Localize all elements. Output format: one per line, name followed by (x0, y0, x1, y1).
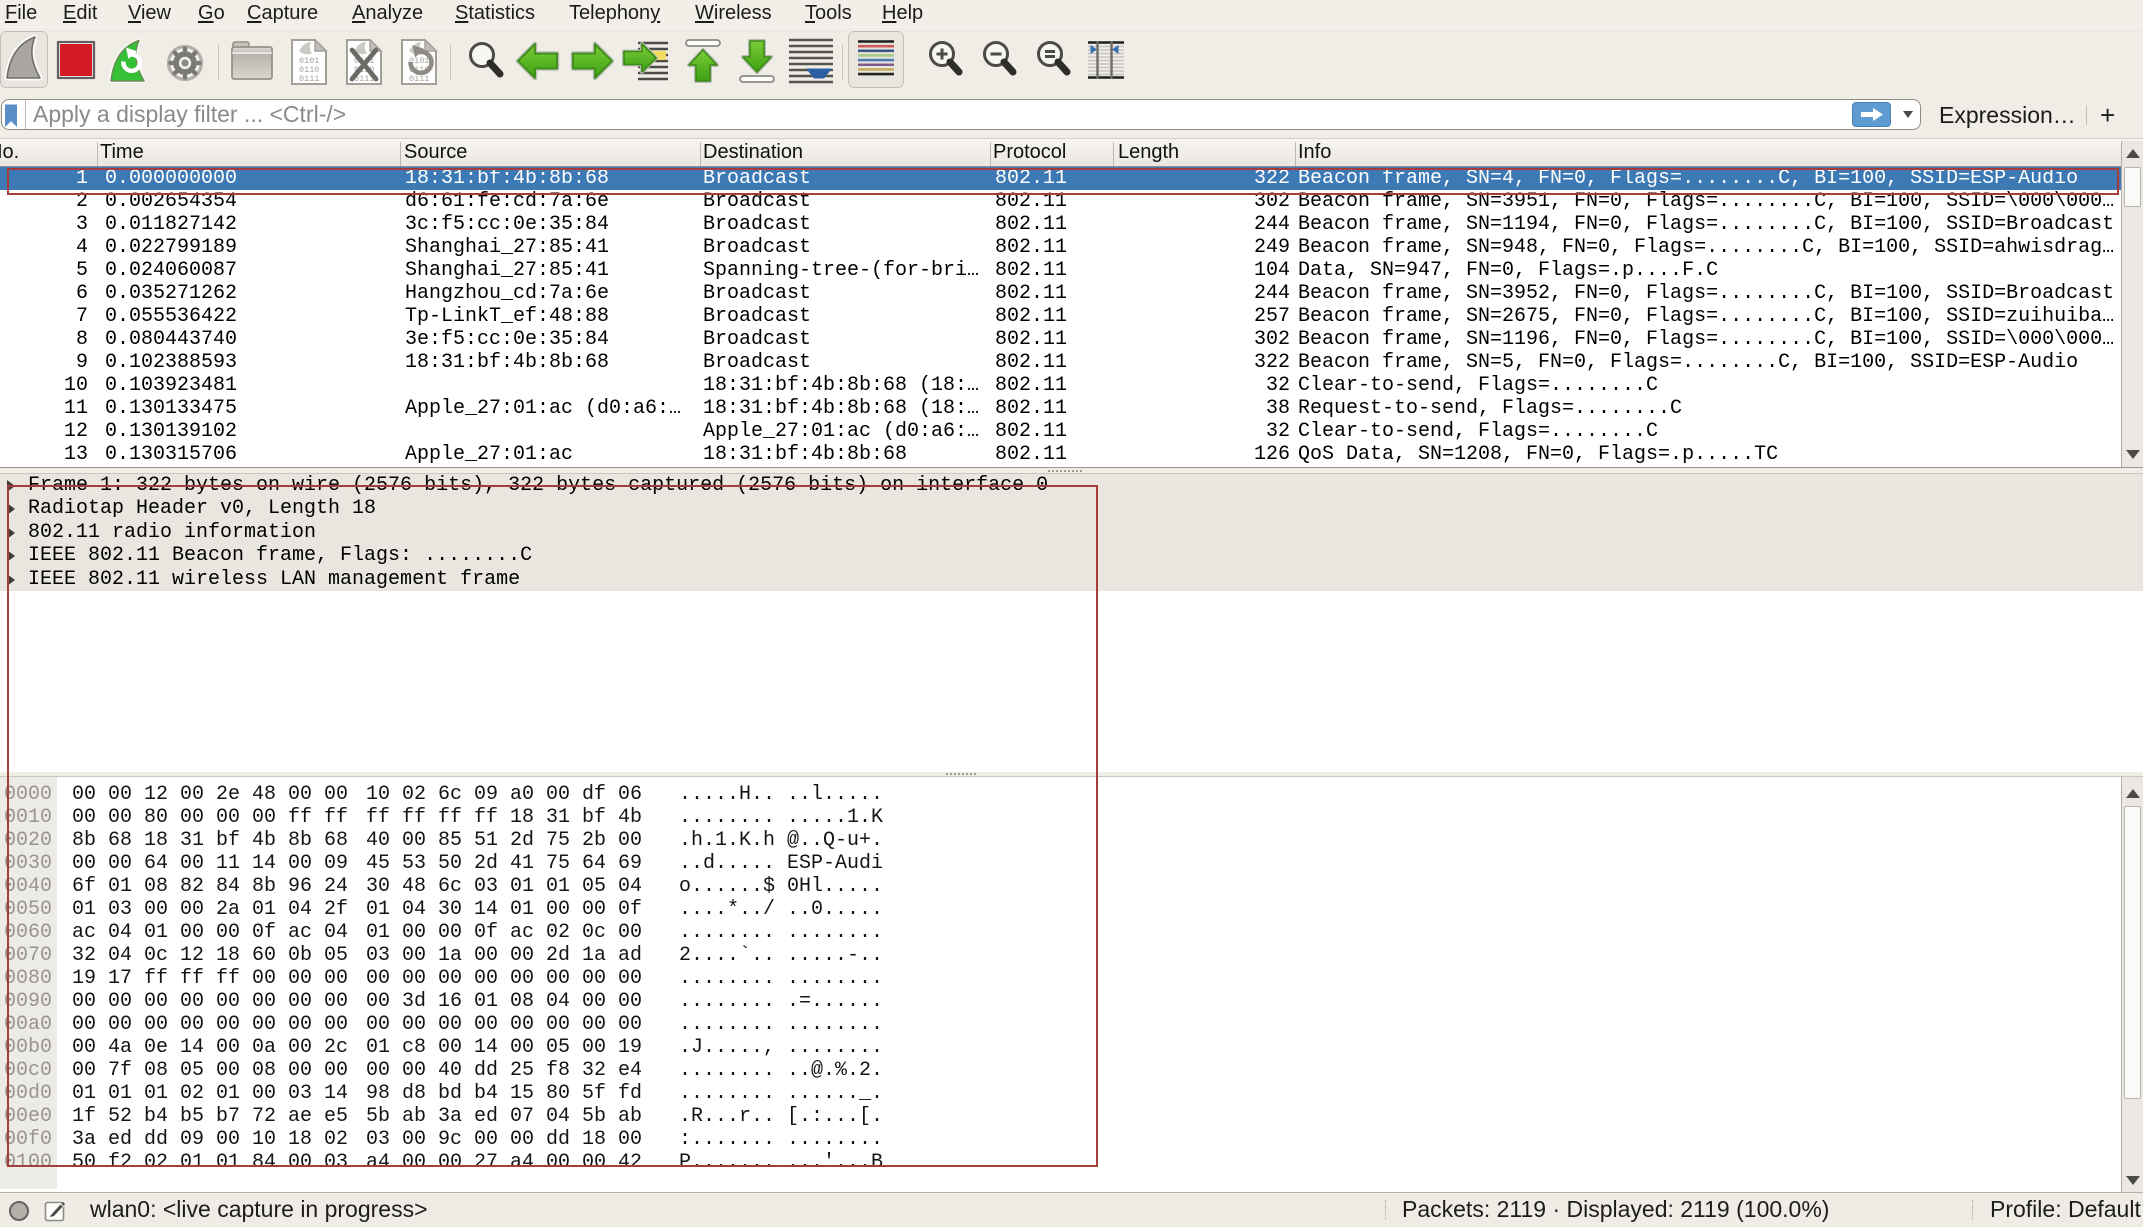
svg-text:0111: 0111 (299, 74, 319, 84)
svg-text:0111: 0111 (409, 74, 429, 84)
